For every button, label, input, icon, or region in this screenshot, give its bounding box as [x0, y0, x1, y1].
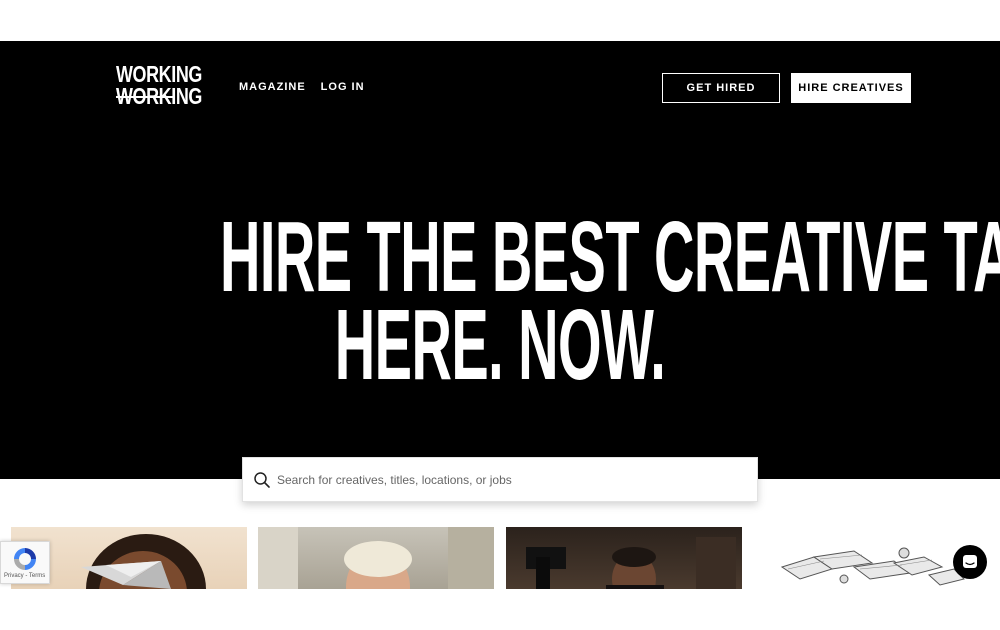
nav-link-magazine[interactable]: MAGAZINE	[239, 81, 306, 93]
search-input[interactable]	[277, 472, 757, 487]
nav-link-log-in[interactable]: LOG IN	[321, 81, 365, 93]
get-hired-button[interactable]: GET HIRED	[662, 73, 780, 103]
logo[interactable]: WORKING WORKING	[116, 61, 202, 113]
headline-line-2: HERE. NOW.	[334, 289, 666, 401]
logo-line-2: WORKING	[116, 85, 202, 108]
card-3-image	[526, 537, 736, 589]
chat-icon	[963, 555, 977, 568]
logo-strikethrough	[116, 96, 174, 98]
recaptcha-badge[interactable]: Privacy - Terms	[0, 541, 50, 584]
recaptcha-icon	[14, 548, 36, 570]
hero-headline: HIRE THE BEST CREATIVE TALENT. HERE. NOW…	[0, 201, 1000, 401]
page: WORKING WORKING MAGAZINE LOG IN GET HIRE…	[0, 0, 1000, 630]
main-nav: MAGAZINE LOG IN	[239, 81, 365, 93]
hero-section: WORKING WORKING MAGAZINE LOG IN GET HIRE…	[0, 41, 1000, 479]
chat-launcher-button[interactable]	[953, 545, 987, 579]
featured-cards	[0, 527, 1000, 589]
featured-card-3[interactable]	[506, 527, 742, 589]
logo-line-1: WORKING	[116, 61, 202, 87]
headline-line-1: HIRE THE BEST CREATIVE TALENT.	[220, 201, 1000, 313]
search-bar[interactable]	[242, 457, 758, 502]
recaptcha-links[interactable]: Privacy - Terms	[4, 573, 45, 579]
hire-creatives-button[interactable]: HIRE CREATIVES	[791, 73, 911, 103]
page-bottom-area	[0, 589, 1000, 630]
featured-card-2[interactable]	[258, 527, 494, 589]
search-icon	[254, 471, 270, 488]
card-2-image	[258, 527, 494, 589]
